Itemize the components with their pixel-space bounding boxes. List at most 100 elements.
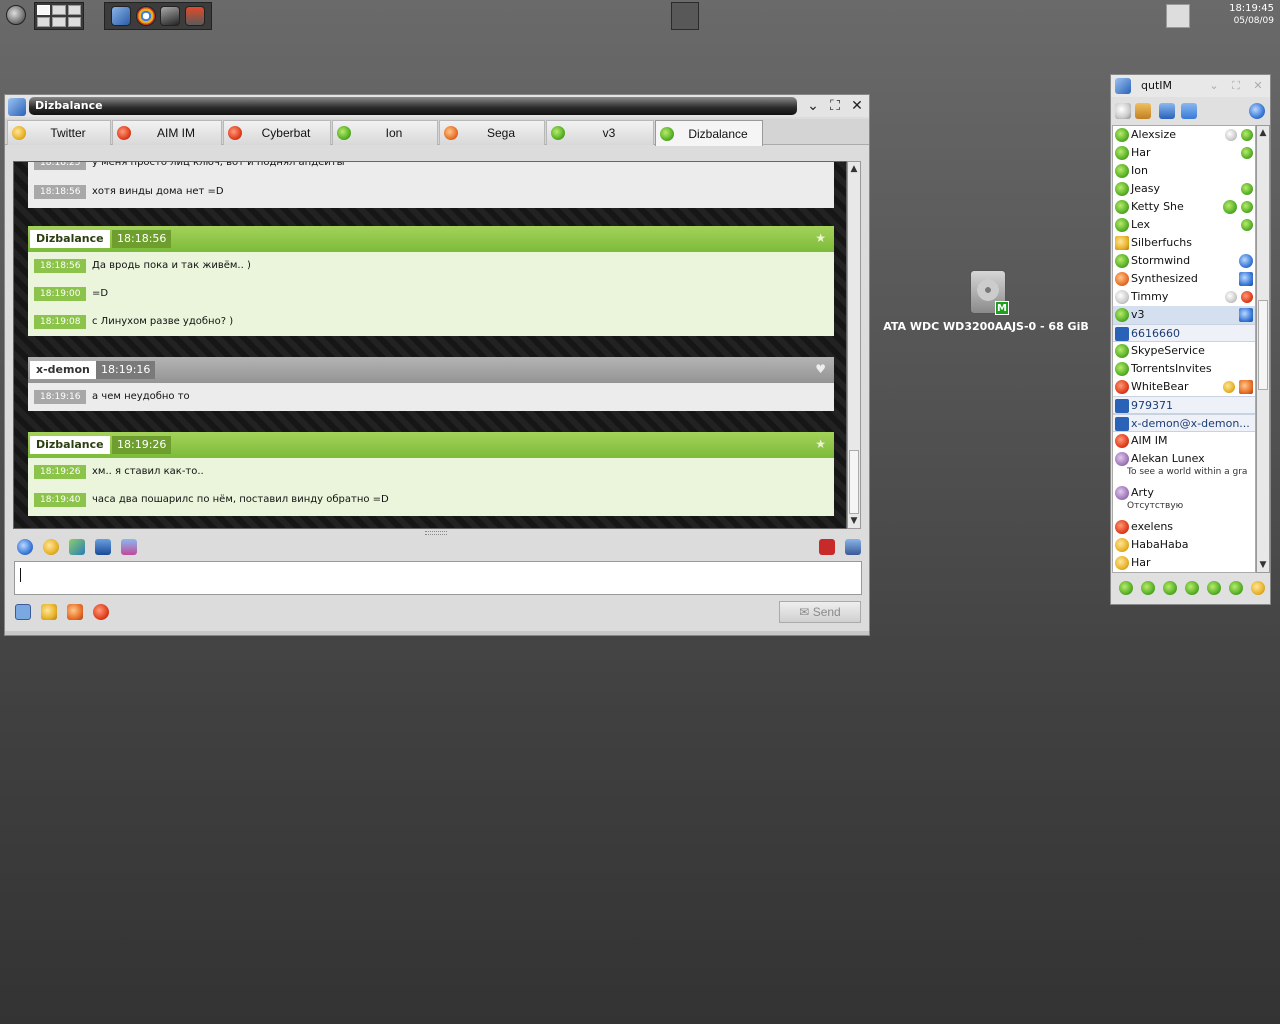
taskbar-placeholder[interactable] [671,2,699,30]
pager-desktop-4[interactable] [37,17,51,27]
chat-history[interactable]: 18:18:25 у меня просто лиц ключ, вот и п… [13,161,847,529]
contact-row[interactable]: Timmy [1113,288,1255,306]
contact-name: Alekan Lunex [1131,452,1205,465]
chat-scrollbar[interactable]: ▲ ▼ [847,161,861,529]
scroll-down-icon[interactable]: ▼ [1257,558,1269,572]
chat-window-title[interactable]: Dizbalance [29,97,797,115]
contact-row[interactable]: TorrentsInvites [1113,360,1255,378]
notes-icon[interactable] [41,604,57,620]
account-status-icon[interactable] [1119,581,1133,595]
contact-row[interactable]: Lex [1113,216,1255,234]
show-offline-icon[interactable] [1115,103,1131,119]
contact-info-icon[interactable] [845,539,861,555]
account-status-icon[interactable] [1251,581,1265,595]
hard-disk-label[interactable]: ATA WDC WD3200AAJS-0 - 68 GiB [880,320,1092,333]
scroll-up-icon[interactable]: ▲ [848,162,860,176]
star-icon[interactable]: ★ [815,231,826,245]
message-text: хотя винды дома нет =D [92,186,224,197]
contact-row[interactable]: WhiteBear [1113,378,1255,396]
contact-list[interactable]: Alexsize Har Ion Jeasy Ketty She Lex Sil… [1112,125,1256,573]
account-status-icon[interactable] [1229,581,1243,595]
send-on-enter-icon[interactable] [15,604,31,620]
account-row[interactable]: 6616660 [1113,324,1255,342]
app-launcher-icon[interactable] [184,6,205,26]
send-picture-icon[interactable] [69,539,85,555]
contact-row[interactable]: Alekan Lunex To see a world within a gra [1113,450,1255,484]
close-icon[interactable]: ✕ [847,97,867,115]
contact-row[interactable]: Alexsize [1113,126,1255,144]
tab-v3[interactable]: v3 [546,120,654,145]
contact-row[interactable]: SkypeService [1113,342,1255,360]
emoticon-icon[interactable] [43,539,59,555]
tab-dizbalance[interactable]: Dizbalance [655,120,763,146]
clear-chat-icon[interactable] [93,604,109,620]
contact-row[interactable]: Synthesized [1113,270,1255,288]
translit-icon[interactable] [819,539,835,555]
contact-row[interactable]: Har [1113,144,1255,162]
tab-sega[interactable]: Sega [439,120,545,145]
scroll-down-icon[interactable]: ▼ [848,514,860,528]
kde-launcher-icon[interactable] [6,5,26,25]
account-row[interactable]: x-demon@x-demon... [1113,414,1255,432]
close-icon[interactable]: ✕ [1251,78,1265,94]
scroll-thumb[interactable] [849,450,859,514]
account-status-icon[interactable] [1163,581,1177,595]
chevron-down-icon[interactable]: ⌄ [803,97,823,115]
info-icon[interactable] [1249,103,1265,119]
contact-list-titlebar[interactable]: qutIM ⌄ ⛶ ✕ [1111,75,1270,97]
history-clock-icon[interactable] [17,539,33,555]
pager-desktop-1[interactable] [37,5,51,15]
quote-icon[interactable] [67,604,83,620]
star-icon[interactable]: ★ [815,437,826,451]
scroll-up-icon[interactable]: ▲ [1257,126,1269,140]
contact-row[interactable]: Har [1113,554,1255,572]
contact-row[interactable]: AIM IM [1113,432,1255,450]
contact-row[interactable]: Silberfuchs [1113,234,1255,252]
contact-row[interactable]: v3 [1113,306,1255,324]
maximize-icon[interactable]: ⛶ [825,97,845,115]
tab-ion[interactable]: Ion [332,120,438,145]
account-row[interactable]: 979371 [1113,396,1255,414]
heart-icon[interactable]: ♥ [815,362,826,376]
contact-row[interactable]: Stormwind [1113,252,1255,270]
hard-disk-icon[interactable]: M [970,270,1009,315]
qutim-app-icon[interactable] [1115,78,1131,94]
maximize-icon[interactable]: ⛶ [1229,78,1243,94]
tab-aim-im[interactable]: AIM IM [112,120,222,145]
account-status-icon[interactable] [1141,581,1155,595]
account-status-icon[interactable] [1185,581,1199,595]
pager-desktop-5[interactable] [52,17,66,27]
scroll-thumb[interactable] [1258,300,1268,390]
contact-row[interactable]: Arty Отсутствую [1113,484,1255,518]
qutim-launcher-icon[interactable] [111,6,132,26]
save-icon[interactable] [95,539,111,555]
message-text: =D [92,288,109,299]
contact-list-scrollbar[interactable]: ▲ ▼ [1256,125,1270,573]
contact-row[interactable]: Ketty She [1113,198,1255,216]
sound-icon[interactable] [1135,103,1151,119]
panel-clock[interactable]: 18:19:45 05/08/09 [1206,2,1274,28]
message-input[interactable] [14,561,862,595]
pager-desktop-3[interactable] [67,5,81,15]
send-button[interactable]: ✉ Send [779,601,861,623]
contact-row[interactable]: Ion [1113,162,1255,180]
chat-app-icon[interactable] [8,98,26,116]
groups-folder-icon[interactable] [1159,103,1175,119]
chrome-launcher-icon[interactable] [135,6,156,26]
splitter-handle[interactable] [425,531,447,535]
tab-cyberbat[interactable]: Cyberbat [223,120,331,145]
contact-row[interactable]: Jeasy [1113,180,1255,198]
account-status-icon[interactable] [1207,581,1221,595]
pager-desktop-6[interactable] [67,17,81,27]
desktop-pager[interactable] [34,2,84,30]
contact-row[interactable]: exelens [1113,518,1255,536]
send-file-icon[interactable] [121,539,137,555]
sound-toggle-icon[interactable] [1181,103,1197,119]
contact-row[interactable]: HabaHaba [1113,536,1255,554]
tray-icon[interactable] [1166,4,1190,28]
chat-titlebar[interactable]: Dizbalance ⌄ ⛶ ✕ [5,95,869,117]
terminal-launcher-icon[interactable] [160,6,181,26]
pager-desktop-2[interactable] [52,5,66,15]
tab-twitter[interactable]: Twitter [7,120,111,145]
chevron-down-icon[interactable]: ⌄ [1207,78,1221,94]
